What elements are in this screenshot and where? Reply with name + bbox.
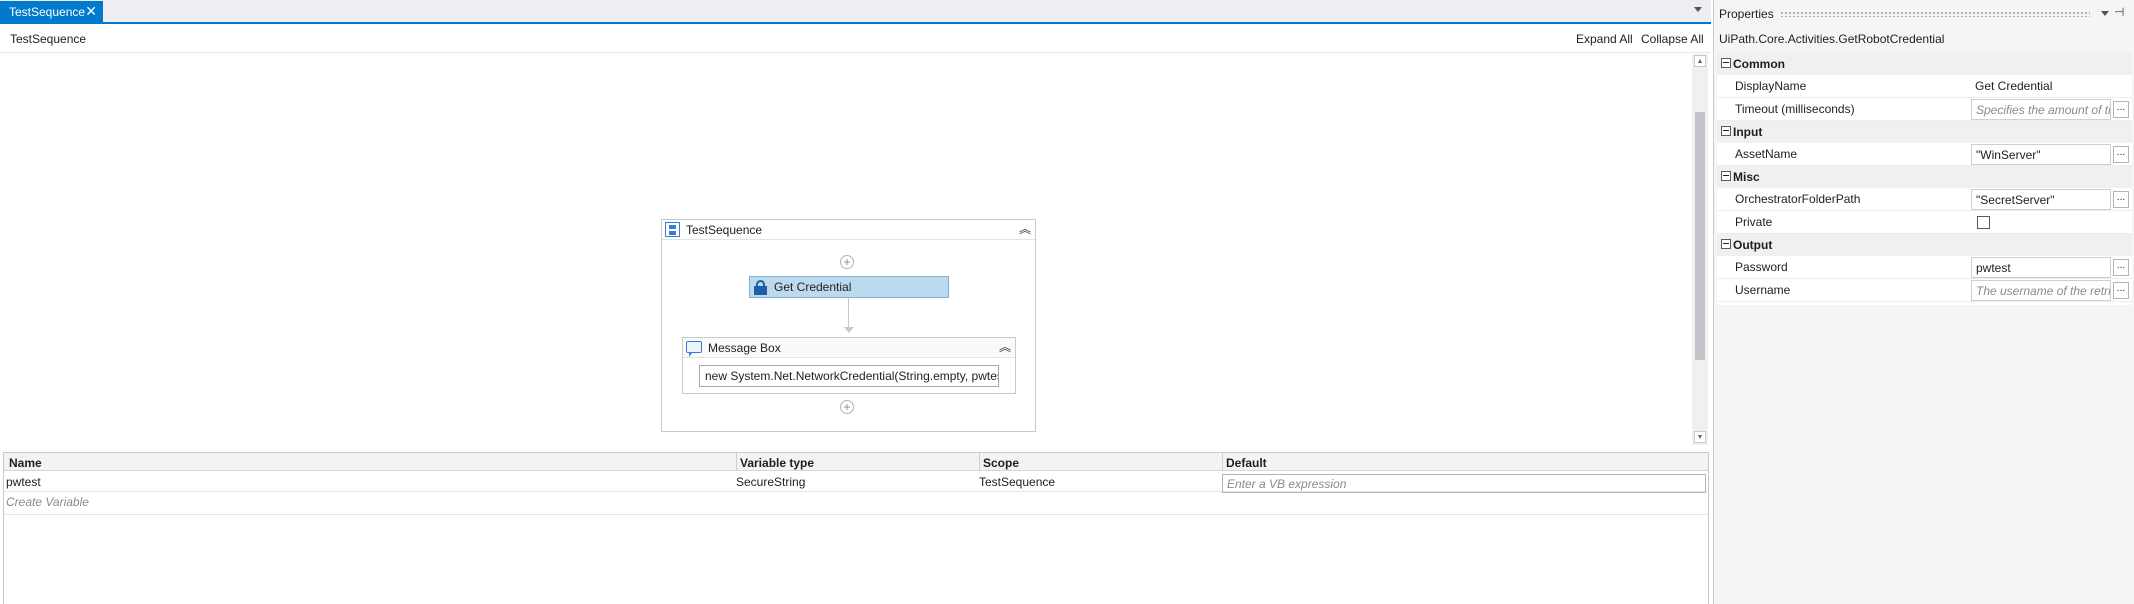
category-misc[interactable]: Misc [1717,166,2132,188]
collapse-toggle-icon[interactable] [1721,239,1731,249]
connector-line [848,298,849,328]
category-common[interactable]: Common [1717,53,2132,75]
scroll-down-icon[interactable]: ▼ [1694,431,1706,443]
property-row-orchestratorfolderpath: OrchestratorFolderPath "SecretServer" ..… [1717,188,2132,211]
collapse-toggle-icon[interactable] [1721,171,1731,181]
property-name: AssetName [1735,147,1798,161]
chevron-down-icon[interactable] [1694,7,1702,12]
ellipsis-button[interactable]: ... [2113,101,2129,118]
category-label: Misc [1733,170,1760,184]
property-name: OrchestratorFolderPath [1735,192,1861,206]
double-chevron-up-icon[interactable]: ︽ [999,341,1011,353]
scroll-thumb[interactable] [1695,112,1705,360]
ellipsis-button[interactable]: ... [2113,282,2129,299]
sequence-container[interactable]: TestSequence ︽ + Get Credential Message … [661,219,1036,432]
assetname-input[interactable]: "WinServer" [1971,144,2111,165]
properties-panel: Properties ⊣ UiPath.Core.Activities.GetR… [1713,0,2134,604]
breadcrumb[interactable]: TestSequence [10,32,86,46]
activity-type-name: UiPath.Core.Activities.GetRobotCredentia… [1719,32,1945,46]
row-divider [4,514,1708,515]
category-label: Common [1733,57,1785,71]
property-name: Private [1735,215,1773,229]
variables-panel: Name Variable type Scope Default pwtest … [3,452,1709,604]
orchestratorfolderpath-input[interactable]: "SecretServer" [1971,189,2111,210]
message-text-input[interactable]: new System.Net.NetworkCredential(String.… [699,365,999,387]
default-value-input[interactable]: Enter a VB expression [1222,474,1706,493]
designer-header [0,26,1711,53]
add-icon[interactable]: + [840,400,854,414]
drag-grip[interactable] [1780,11,2090,17]
sequence-icon [665,222,680,237]
property-name: Timeout (milliseconds) [1735,102,1855,116]
variables-header: Name Variable type Scope Default [4,453,1708,471]
expand-all-link[interactable]: Expand All [1576,32,1633,46]
message-box-icon [686,341,702,357]
chevron-down-icon[interactable] [2101,11,2109,16]
close-icon[interactable]: ✕ [85,3,97,20]
tab-title: TestSequence [9,5,86,19]
property-name: DisplayName [1735,79,1807,93]
timeout-input[interactable]: Specifies the amount of time to wait [1971,99,2111,120]
username-input[interactable]: The username of the retrieved credential [1971,280,2111,301]
variable-name[interactable]: pwtest [6,475,41,489]
add-icon[interactable]: + [840,255,854,269]
document-tab-bar [0,0,1711,24]
create-variable-link[interactable]: Create Variable [6,495,89,509]
ellipsis-button[interactable]: ... [2113,146,2129,163]
get-credential-activity[interactable]: Get Credential [749,276,949,298]
variable-type[interactable]: SecureString [736,475,805,489]
collapse-toggle-icon[interactable] [1721,58,1731,68]
property-grid: Common DisplayName Get Credential Timeou… [1717,53,2132,305]
property-name: Password [1735,260,1788,274]
lock-icon [754,280,767,295]
collapse-toggle-icon[interactable] [1721,126,1731,136]
category-label: Output [1733,238,1773,252]
tab-testsequence[interactable]: TestSequence ✕ [0,1,103,22]
category-input[interactable]: Input [1717,121,2132,143]
double-chevron-up-icon[interactable]: ︽ [1019,223,1031,235]
panel-title: Properties [1719,7,1774,21]
property-row-password: Password pwtest ... [1717,256,2132,279]
ellipsis-button[interactable]: ... [2113,259,2129,276]
ellipsis-button[interactable]: ... [2113,191,2129,208]
category-output[interactable]: Output [1717,234,2132,256]
category-label: Input [1733,125,1763,139]
property-row-private: Private [1717,211,2132,234]
collapse-all-link[interactable]: Collapse All [1641,32,1704,46]
connector-arrow-icon [844,327,854,333]
property-row-displayname: DisplayName Get Credential [1717,75,2132,98]
variable-scope[interactable]: TestSequence [979,475,1055,489]
vertical-scrollbar[interactable]: ▲ ▼ [1692,54,1708,445]
message-box-title: Message Box [708,341,781,355]
sequence-header[interactable]: TestSequence ︽ [662,220,1035,240]
activity-title: Get Credential [774,280,852,294]
property-row-timeout: Timeout (milliseconds) Specifies the amo… [1717,98,2132,121]
message-box-activity[interactable]: Message Box ︽ new System.Net.NetworkCred… [682,337,1016,394]
displayname-value[interactable]: Get Credential [1975,79,2052,93]
scroll-up-icon[interactable]: ▲ [1694,55,1706,67]
pin-icon[interactable]: ⊣ [2114,5,2124,19]
property-row-assetname: AssetName "WinServer" ... [1717,143,2132,166]
sequence-title: TestSequence [686,223,763,237]
password-input[interactable]: pwtest [1971,257,2111,278]
property-name: Username [1735,283,1791,297]
private-checkbox[interactable] [1977,216,1990,229]
property-row-username: Username The username of the retrieved c… [1717,279,2132,302]
message-box-header[interactable]: Message Box ︽ [683,338,1015,358]
